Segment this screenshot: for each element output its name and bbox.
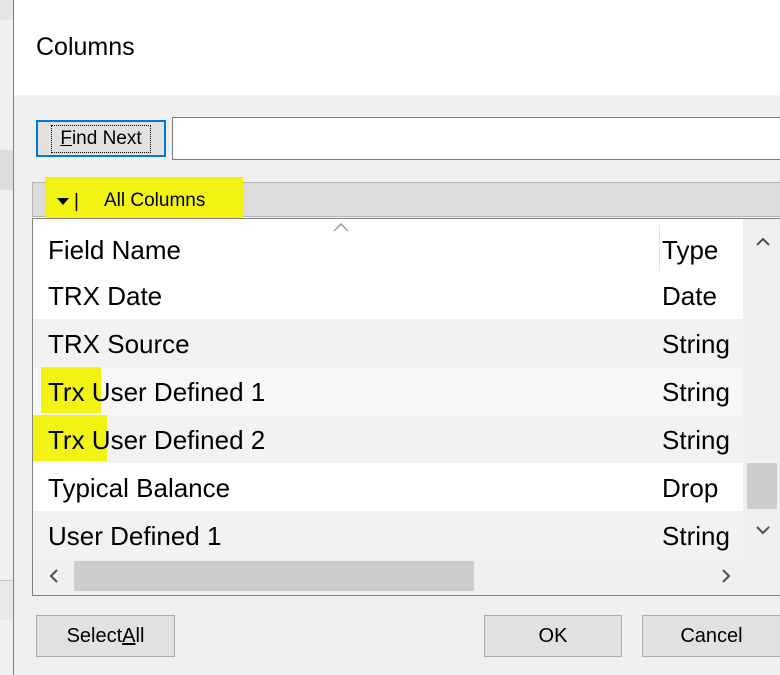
ok-label: OK <box>538 624 568 647</box>
horizontal-scrollbar[interactable] <box>33 555 743 595</box>
background-element <box>0 150 13 190</box>
sort-ascending-icon <box>333 222 349 232</box>
columns-filter-label: All Columns <box>104 190 206 211</box>
scrollbar-corner <box>743 555 780 595</box>
columns-dialog: Columns Find Next | All Columns Field Na… <box>14 0 780 675</box>
background-element <box>0 0 13 20</box>
table-row[interactable]: TRX Source String <box>33 319 743 367</box>
field-name-cell: Trx User Defined 1 <box>48 377 266 407</box>
type-cell: String <box>662 425 730 455</box>
column-divider[interactable] <box>659 225 660 271</box>
background-element <box>0 580 13 620</box>
columns-filter-dropdown[interactable]: | All Columns <box>32 177 780 219</box>
table-row[interactable]: Typical Balance Drop <box>33 463 743 511</box>
scroll-down-icon[interactable] <box>755 525 771 535</box>
cancel-button[interactable]: Cancel <box>642 615 780 657</box>
vertical-scroll-thumb[interactable] <box>747 463 777 509</box>
select-all-button[interactable]: Select All <box>36 615 175 657</box>
type-cell: Drop <box>662 473 719 503</box>
type-cell: String <box>662 377 730 407</box>
scroll-left-icon[interactable] <box>49 568 59 584</box>
select-all-label-suffix: ll <box>135 624 145 647</box>
type-cell: String <box>662 521 730 551</box>
find-next-button[interactable]: Find Next <box>36 120 166 157</box>
grid-header: Field Name Type <box>33 219 743 271</box>
separator: | <box>74 191 79 212</box>
field-name-cell: TRX Source <box>48 329 190 359</box>
field-name-cell: Typical Balance <box>48 473 231 503</box>
table-row[interactable]: TRX Date Date <box>33 271 743 319</box>
column-header-field-name[interactable]: Field Name <box>48 235 181 266</box>
find-next-label-rest: ind Next <box>71 127 142 149</box>
dropdown-caret-icon[interactable] <box>57 198 69 205</box>
scroll-up-icon[interactable] <box>755 237 771 247</box>
table-row[interactable]: Trx User Defined 2 String <box>33 415 743 463</box>
table-row[interactable]: Trx User Defined 1 String <box>33 367 743 415</box>
cancel-label: Cancel <box>680 624 743 647</box>
field-name-cell: User Defined 1 <box>48 521 222 551</box>
select-all-accelerator: A <box>122 624 136 647</box>
field-name-cell: TRX Date <box>48 281 163 311</box>
dialog-title: Columns <box>36 33 135 61</box>
table-row[interactable]: User Defined 1 String <box>33 511 743 559</box>
type-cell: String <box>662 329 730 359</box>
vertical-scrollbar[interactable] <box>743 219 780 555</box>
background-window <box>0 0 13 675</box>
columns-grid[interactable]: Field Name Type TRX Date Date TRX Source… <box>32 218 780 596</box>
ok-button[interactable]: OK <box>484 615 622 657</box>
select-all-label-prefix: Select <box>66 624 123 647</box>
find-next-accelerator: F <box>60 127 72 149</box>
column-header-type[interactable]: Type <box>662 235 718 266</box>
title-bar: Columns <box>14 0 780 95</box>
horizontal-scroll-thumb[interactable] <box>74 561 474 591</box>
find-next-label: Find Next <box>51 124 151 153</box>
scroll-right-icon[interactable] <box>721 568 731 584</box>
find-input[interactable] <box>172 117 780 160</box>
type-cell: Date <box>662 281 717 311</box>
field-name-cell: Trx User Defined 2 <box>48 425 266 455</box>
